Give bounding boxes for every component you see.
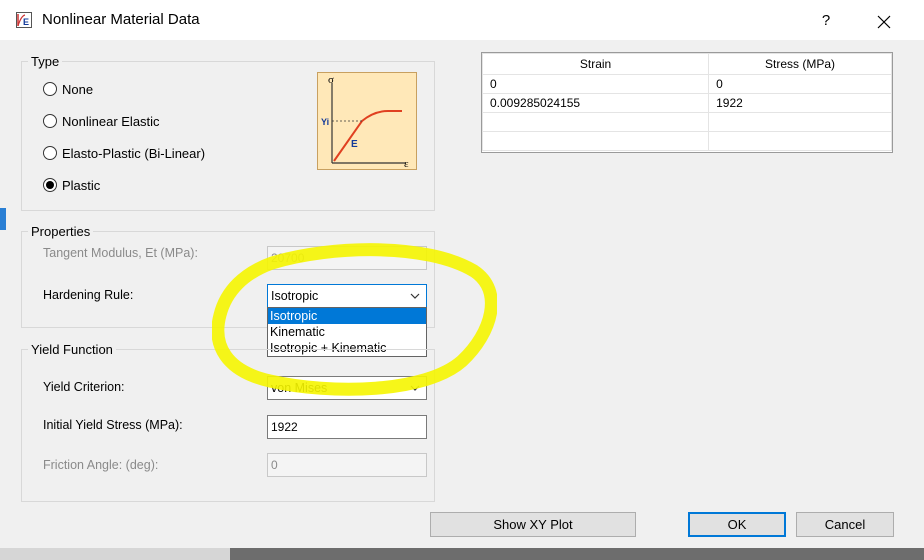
yield-criterion-value: von Mises	[271, 381, 328, 395]
initial-yield-stress-label: Initial Yield Stress (MPa):	[43, 418, 183, 432]
yield-function-legend: Yield Function	[31, 342, 113, 357]
table-row[interactable]	[481, 131, 892, 151]
table-cell[interactable]: 0	[708, 74, 892, 94]
column-header-stress[interactable]: Stress (MPa)	[708, 53, 892, 75]
hardening-option-kinematic[interactable]: Kinematic	[268, 324, 426, 340]
type-option-plastic[interactable]: Plastic	[43, 176, 100, 194]
app-icon: E	[16, 12, 32, 28]
diagram-modulus-label: E	[351, 139, 358, 150]
help-button[interactable]: ?	[810, 8, 842, 34]
material-curve-diagram: σ ε Yi E	[317, 72, 417, 170]
radio-plastic[interactable]	[43, 178, 57, 192]
table-cell[interactable]	[708, 112, 892, 132]
diagram-curve	[333, 110, 402, 162]
table-row[interactable]: 0.009285024155 1922	[481, 93, 892, 113]
background-window-bottom	[0, 548, 230, 560]
strain-stress-table[interactable]: Strain Stress (MPa) 0 0 0.009285024155 1…	[481, 52, 893, 153]
type-option-elasto-plastic[interactable]: Elasto-Plastic (Bi-Linear)	[43, 144, 205, 162]
tangent-modulus-field[interactable]: 20700	[267, 246, 427, 270]
hardening-option-isotropic[interactable]: Isotropic	[268, 308, 426, 324]
diagram-yield-label: Yi	[321, 117, 329, 127]
type-option-label: Plastic	[62, 177, 101, 193]
diagram-epsilon-label: ε	[404, 158, 409, 169]
table-cell[interactable]	[481, 112, 710, 132]
table-cell[interactable]: 1922	[708, 93, 892, 113]
friction-angle-label: Friction Angle: (deg):	[43, 458, 159, 472]
window-title: Nonlinear Material Data	[42, 11, 200, 28]
close-button[interactable]	[866, 8, 902, 34]
table-cell[interactable]: 0.009285024155	[481, 93, 710, 113]
table-cell[interactable]	[708, 131, 892, 151]
ok-button[interactable]: OK	[688, 512, 786, 537]
table-row[interactable]: 0 0	[481, 74, 892, 94]
cancel-button[interactable]: Cancel	[796, 512, 894, 537]
app-icon-letter: E	[23, 17, 29, 27]
type-option-label: None	[62, 81, 94, 97]
yield-criterion-label: Yield Criterion:	[43, 380, 125, 394]
type-option-none[interactable]: None	[43, 80, 93, 98]
hardening-rule-label: Hardening Rule:	[43, 288, 134, 302]
show-xy-plot-button[interactable]: Show XY Plot	[430, 512, 636, 537]
yield-criterion-select[interactable]: von Mises	[267, 376, 427, 400]
table-row[interactable]	[481, 112, 892, 132]
column-header-strain[interactable]: Strain	[481, 53, 710, 75]
table-cell[interactable]: 0	[481, 74, 710, 94]
type-option-label: Nonlinear Elastic	[62, 113, 160, 129]
hardening-rule-select[interactable]: Isotropic	[267, 284, 427, 308]
type-option-nonlinear-elastic[interactable]: Nonlinear Elastic	[43, 112, 160, 130]
tangent-modulus-label: Tangent Modulus, Et (MPa):	[43, 246, 198, 260]
chevron-down-icon	[410, 385, 420, 391]
type-option-label: Elasto-Plastic (Bi-Linear)	[62, 145, 206, 161]
type-legend: Type	[31, 54, 60, 69]
table-header-row: Strain Stress (MPa)	[481, 53, 892, 75]
diagram-sigma-label: σ	[328, 74, 334, 86]
table-cell[interactable]	[481, 131, 710, 151]
chevron-down-icon	[410, 293, 420, 299]
hardening-rule-value: Isotropic	[271, 289, 319, 303]
radio-none[interactable]	[43, 82, 57, 96]
radio-nonlinear-elastic[interactable]	[43, 114, 57, 128]
close-icon	[877, 15, 891, 29]
friction-angle-field[interactable]: 0	[267, 453, 427, 477]
radio-elasto-plastic[interactable]	[43, 146, 57, 160]
properties-legend: Properties	[31, 224, 91, 239]
initial-yield-stress-field[interactable]: 1922	[267, 415, 427, 439]
stress-strain-icon: σ ε Yi E	[321, 74, 409, 170]
background-window-edge	[0, 208, 6, 230]
